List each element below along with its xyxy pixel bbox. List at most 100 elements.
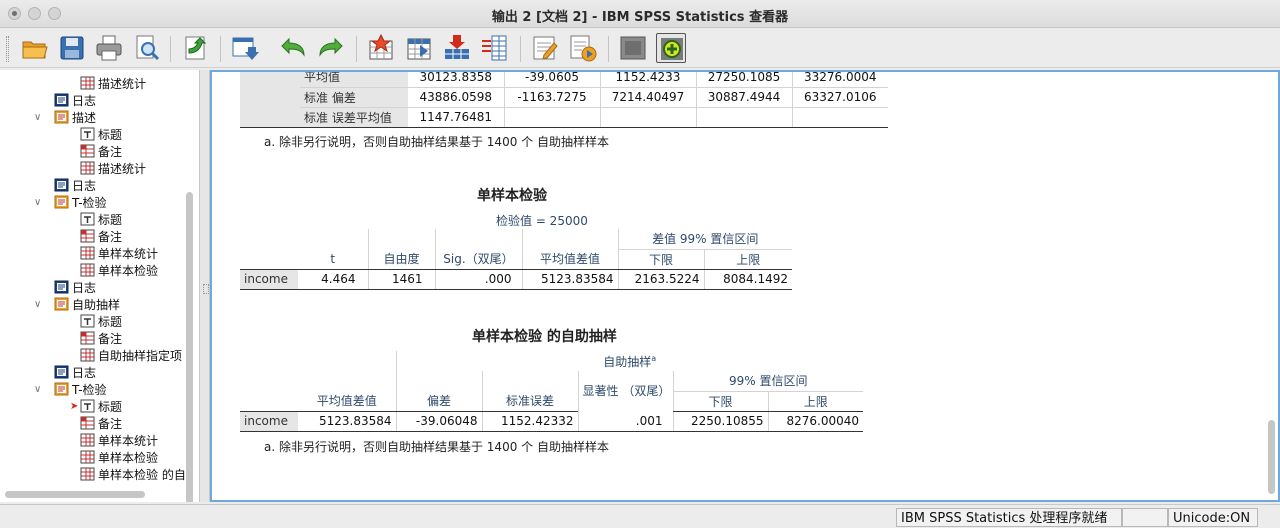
bootstrap-group-header: 自助抽样a xyxy=(395,351,863,371)
table-cell[interactable]: 27250.1085 xyxy=(695,72,792,88)
navigator-item[interactable]: T-检验 xyxy=(54,195,107,212)
goto-data-icon[interactable] xyxy=(366,33,396,63)
chevron-down-icon[interactable]: ∨ xyxy=(34,112,41,123)
navigator-item[interactable]: 单样本检验 的自 xyxy=(80,467,186,484)
navigator-item[interactable]: 标题 xyxy=(80,399,122,416)
ci-header: 99% 置信区间 xyxy=(672,371,863,392)
table-cell[interactable]: 43886.0598 xyxy=(408,87,504,108)
goto-case-icon[interactable] xyxy=(404,33,434,63)
table-row: 标准 偏差 43886.0598 -1163.7275 7214.40497 3… xyxy=(240,87,888,108)
column-header: 平均值差值 xyxy=(298,391,396,412)
table-header-row: 自助抽样a xyxy=(240,351,863,371)
navigator-item[interactable]: 自助抽样 xyxy=(54,297,120,314)
table-cell[interactable] xyxy=(503,107,600,128)
save-icon[interactable] xyxy=(57,33,87,63)
table-cell[interactable]: 8276.00040 xyxy=(767,411,863,432)
table-cell[interactable]: 1461 xyxy=(367,269,435,290)
export-icon[interactable] xyxy=(180,33,210,63)
navigator-item[interactable]: 备注 xyxy=(80,331,122,348)
print-preview-icon[interactable] xyxy=(132,33,162,63)
navigator-item[interactable]: 备注 xyxy=(80,144,122,161)
table-cell[interactable]: 7214.40497 xyxy=(599,87,696,108)
content-vertical-scrollbar[interactable] xyxy=(1268,420,1275,494)
navigator-item[interactable]: 日志 xyxy=(54,365,96,382)
table-cell[interactable]: 5123.83584 xyxy=(298,411,396,432)
chevron-down-icon[interactable]: ∨ xyxy=(34,299,41,310)
navigator-item[interactable]: 日志 xyxy=(54,93,96,110)
table-cell[interactable]: 33276.0004 xyxy=(791,72,888,88)
navigator-item[interactable]: 备注 xyxy=(80,416,122,433)
table-cell[interactable]: .001 xyxy=(577,411,673,432)
table-cell[interactable]: 4.464 xyxy=(298,269,368,290)
navigator-item-label: 单样本检验 xyxy=(98,451,159,465)
navigator-vertical-scrollbar[interactable] xyxy=(186,192,193,502)
table-cell[interactable]: 30123.8358 xyxy=(408,72,504,88)
notes-icon xyxy=(80,144,95,158)
output-navigator: 描述统计 日志 ∨ 描述 标题 备注 描述统计 日志 ∨ T-检验 标题 备注 单样本统计 单样本检验 日志… xyxy=(0,70,200,502)
notes-icon xyxy=(80,331,95,345)
output-content-pane: 平均值 30123.8358 -39.0605 1152.4233 27250.… xyxy=(210,70,1280,502)
navigator-item[interactable]: 单样本检验 xyxy=(80,263,158,280)
navigator-item[interactable]: 标题 xyxy=(80,127,122,144)
navigator-item[interactable]: 单样本检验 xyxy=(80,450,158,467)
table-cell[interactable]: 5123.83584 xyxy=(521,269,618,290)
navigator-item[interactable]: 单样本统计 xyxy=(80,246,158,263)
navigator-item-label: 标题 xyxy=(98,400,123,414)
table-cell[interactable]: 2250.10855 xyxy=(672,411,768,432)
table-cell[interactable] xyxy=(695,107,792,128)
navigator-item[interactable]: T-检验 xyxy=(54,382,107,399)
navigator-item[interactable]: 标题 xyxy=(80,314,122,331)
navigator-item-label: 单样本检验 的自 xyxy=(98,468,186,482)
table-cell[interactable] xyxy=(599,107,696,128)
table-cell[interactable]: -39.0605 xyxy=(503,72,600,88)
navigator-item[interactable]: 日志 xyxy=(54,178,96,195)
navigator-item[interactable]: 日志 xyxy=(54,280,96,297)
table-header-row: 显著性 （双尾） 99% 置信区间 xyxy=(240,371,863,411)
print-icon[interactable] xyxy=(94,33,124,63)
undo-icon[interactable] xyxy=(278,33,308,63)
table-cell[interactable] xyxy=(791,107,888,128)
table-cell[interactable]: 1152.4233 xyxy=(599,72,696,88)
pane-splitter[interactable] xyxy=(200,70,210,502)
navigator-item[interactable]: 自助抽样指定项 xyxy=(80,348,182,365)
navigator-item[interactable]: 描述 xyxy=(54,110,96,127)
chevron-down-icon[interactable]: ∨ xyxy=(34,197,41,208)
table-cell[interactable]: 1147.76481 xyxy=(408,107,504,128)
procedure-icon xyxy=(54,382,69,396)
table-cell[interactable]: 63327.0106 xyxy=(791,87,888,108)
table-cell[interactable]: -1163.7275 xyxy=(503,87,600,108)
chevron-down-icon[interactable]: ∨ xyxy=(34,384,41,395)
column-header: 自由度 xyxy=(367,249,435,270)
table-cell[interactable]: 1152.42332 xyxy=(481,411,578,432)
table-cell[interactable]: .000 xyxy=(434,269,522,290)
navigator-item[interactable]: 描述统计 xyxy=(80,161,146,178)
table-cell[interactable]: -39.06048 xyxy=(395,411,482,432)
table-cell[interactable]: 2163.5224 xyxy=(617,269,704,290)
procedure-icon xyxy=(54,195,69,209)
table-cell[interactable]: 8084.1492 xyxy=(703,269,792,290)
navigator-item[interactable]: 备注 xyxy=(80,229,122,246)
column-header: 显著性 （双尾） xyxy=(577,371,673,411)
navigator-item[interactable]: 标题 xyxy=(80,212,122,229)
open-icon[interactable] xyxy=(20,33,50,63)
insert-output-icon[interactable] xyxy=(568,33,598,63)
variables-icon[interactable] xyxy=(480,33,510,63)
procedure-icon xyxy=(54,297,69,311)
goto-variable-icon[interactable] xyxy=(442,33,472,63)
navigator-item-label: 备注 xyxy=(98,145,123,159)
designate-window-icon[interactable] xyxy=(530,33,560,63)
navigator-item[interactable]: 单样本统计 xyxy=(80,433,158,450)
navigator-item-label: 日志 xyxy=(72,281,97,295)
expand-icon[interactable] xyxy=(656,33,686,63)
navigator-item-label: 自助抽样指定项 xyxy=(98,349,183,363)
ci-header: 差值 99% 置信区间 xyxy=(617,229,792,250)
navigator-item[interactable]: 描述统计 xyxy=(80,76,146,93)
collapse-icon[interactable] xyxy=(618,33,648,63)
navigator-horizontal-scrollbar[interactable] xyxy=(5,491,145,498)
table-row: 标准 误差平均值 1147.76481 xyxy=(240,107,888,128)
recall-dialog-icon[interactable] xyxy=(230,33,260,63)
toolbar-grip[interactable] xyxy=(6,36,9,62)
table-cell[interactable]: 30887.4944 xyxy=(695,87,792,108)
log-icon xyxy=(54,178,69,192)
redo-icon[interactable] xyxy=(316,33,346,63)
